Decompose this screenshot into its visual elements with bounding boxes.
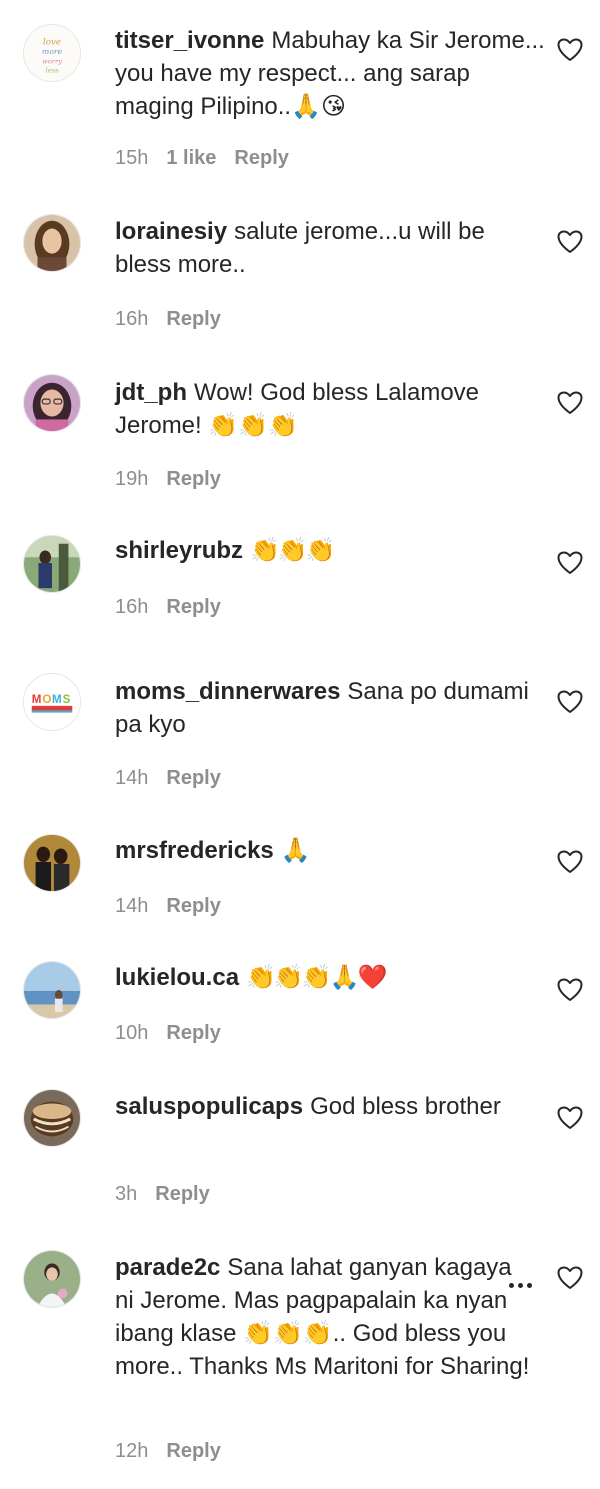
comment-meta: 3h Reply: [115, 1182, 228, 1206]
comment-time[interactable]: 19h: [115, 468, 148, 490]
comment-username[interactable]: jdt_ph: [115, 379, 187, 406]
reply-button[interactable]: Reply: [166, 308, 220, 330]
reply-button[interactable]: Reply: [166, 1440, 220, 1462]
comment-text: titser_ivonne Mabuhay ka Sir Jerome... yo…: [115, 24, 545, 123]
comment-time[interactable]: 3h: [115, 1183, 137, 1205]
avatar[interactable]: [23, 1089, 81, 1147]
comment-body: 🙏: [280, 837, 311, 864]
comment-body: God bless brother: [310, 1093, 501, 1120]
avatar[interactable]: [23, 214, 81, 272]
svg-text:more: more: [42, 47, 63, 56]
comment-username[interactable]: shirleyrubz: [115, 537, 243, 564]
avatar[interactable]: love more worry less: [23, 24, 81, 82]
heart-icon[interactable]: [557, 1106, 583, 1130]
comment-username[interactable]: lukielou.ca: [115, 964, 239, 991]
comment-meta: 10h Reply: [115, 1021, 239, 1045]
comment-meta: 12h Reply: [115, 1439, 239, 1463]
comment-username[interactable]: lorainesiy: [115, 218, 227, 245]
comment-time[interactable]: 14h: [115, 895, 148, 917]
reply-button[interactable]: Reply: [166, 1022, 220, 1044]
comment-text: parade2c Sana lahat ganyan kagaya ni Jero…: [115, 1251, 530, 1383]
comment-time[interactable]: 12h: [115, 1440, 148, 1462]
comment-time[interactable]: 16h: [115, 308, 148, 330]
svg-text:M: M: [52, 694, 62, 706]
comment-body: 👏👏👏🙏❤️: [246, 964, 387, 991]
comment-username[interactable]: parade2c: [115, 1254, 220, 1281]
reply-button[interactable]: Reply: [166, 895, 220, 917]
heart-icon[interactable]: [557, 690, 583, 714]
avatar[interactable]: [23, 1250, 81, 1308]
avatar[interactable]: [23, 961, 81, 1019]
comment-text: moms_dinnerwares Sana po dumami pa kyo: [115, 675, 545, 741]
comment-meta: 15h 1 like Reply: [115, 146, 307, 170]
heart-icon[interactable]: [557, 38, 583, 62]
comment-text: jdt_ph Wow! God bless Lalamove Jerome! 👏👏…: [115, 376, 545, 442]
avatar[interactable]: M O M S: [23, 673, 81, 731]
comment-text: shirleyrubz 👏👏👏: [115, 534, 545, 567]
comment-text: lorainesiy salute jerome...u will be bles…: [115, 215, 545, 281]
reply-button[interactable]: Reply: [166, 468, 220, 490]
comment-text: lukielou.ca 👏👏👏🙏❤️: [115, 961, 545, 994]
heart-icon[interactable]: [557, 551, 583, 575]
comment-meta: 14h Reply: [115, 766, 239, 790]
heart-icon[interactable]: [557, 230, 583, 254]
reply-button[interactable]: Reply: [234, 147, 288, 169]
svg-text:less: less: [45, 66, 59, 74]
comment-username[interactable]: moms_dinnerwares: [115, 678, 340, 705]
comment-meta: 19h Reply: [115, 467, 239, 491]
comment-body: 👏👏👏: [250, 537, 336, 564]
comment-username[interactable]: titser_ivonne: [115, 27, 264, 54]
comment-time[interactable]: 16h: [115, 596, 148, 618]
heart-icon[interactable]: [557, 391, 583, 415]
heart-icon[interactable]: [557, 1266, 583, 1290]
svg-text:worry: worry: [42, 58, 62, 66]
reply-button[interactable]: Reply: [155, 1183, 209, 1205]
comment-meta: 16h Reply: [115, 307, 239, 331]
avatar[interactable]: [23, 535, 81, 593]
reply-button[interactable]: Reply: [166, 596, 220, 618]
avatar[interactable]: [23, 374, 81, 432]
comment-meta: 16h Reply: [115, 595, 239, 619]
comment-username[interactable]: mrsfredericks: [115, 837, 274, 864]
svg-text:M: M: [32, 694, 42, 706]
comment-list: love more worry less titser_ivonne Mabuha…: [0, 0, 600, 1489]
more-horizontal-icon[interactable]: [509, 1275, 539, 1288]
comment-time[interactable]: 14h: [115, 767, 148, 789]
comment-text: saluspopulicaps God bless brother: [115, 1090, 545, 1123]
svg-text:O: O: [42, 694, 51, 706]
comment-username[interactable]: saluspopulicaps: [115, 1093, 303, 1120]
comment-like-count[interactable]: 1 like: [166, 147, 216, 169]
comment-meta: 14h Reply: [115, 894, 239, 918]
svg-text:love: love: [43, 37, 61, 47]
avatar[interactable]: [23, 834, 81, 892]
comment-time[interactable]: 10h: [115, 1022, 148, 1044]
reply-button[interactable]: Reply: [166, 767, 220, 789]
comment-time[interactable]: 15h: [115, 147, 148, 169]
comment-text: mrsfredericks 🙏: [115, 834, 545, 867]
heart-icon[interactable]: [557, 978, 583, 1002]
svg-text:S: S: [63, 694, 71, 706]
heart-icon[interactable]: [557, 850, 583, 874]
